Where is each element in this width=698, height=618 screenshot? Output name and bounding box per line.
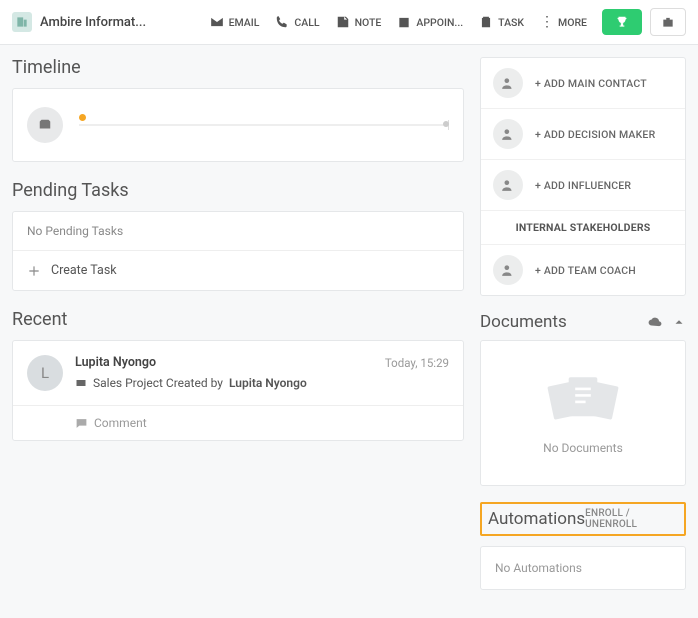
company-icon bbox=[12, 12, 32, 32]
timeline-card bbox=[12, 88, 464, 162]
email-button[interactable]: EMAIL bbox=[203, 11, 267, 33]
trophy-button[interactable] bbox=[602, 9, 642, 35]
automations-empty-text: No Automations bbox=[481, 547, 685, 589]
pending-card: No Pending Tasks Create Task bbox=[12, 211, 464, 291]
documents-actions bbox=[648, 315, 686, 329]
documents-header: Documents bbox=[480, 312, 686, 332]
pending-title: Pending Tasks bbox=[12, 180, 464, 201]
add-influencer[interactable]: + ADD INFLUENCER bbox=[481, 160, 685, 211]
briefcase-button[interactable] bbox=[650, 8, 686, 36]
email-icon bbox=[210, 15, 224, 29]
layout: Timeline Pending Tasks No Pending Tasks … bbox=[0, 45, 698, 618]
call-button[interactable]: CALL bbox=[268, 11, 326, 33]
person-plus-icon bbox=[493, 119, 523, 149]
task-label: TASK bbox=[498, 16, 524, 29]
more-button[interactable]: ⋮ MORE bbox=[533, 10, 594, 34]
comment-button[interactable]: Comment bbox=[13, 405, 463, 440]
topbar: Ambire Informat... EMAIL CALL NOTE APPOI… bbox=[0, 0, 698, 45]
note-icon bbox=[336, 15, 350, 29]
recent-time: Today, 15:29 bbox=[385, 356, 449, 370]
recent-item: L Lupita Nyongo Today, 15:29 Sales Proje… bbox=[13, 341, 463, 405]
more-dots-icon: ⋮ bbox=[540, 14, 553, 30]
automations-title: Automations bbox=[488, 509, 585, 529]
timeline-start-dot bbox=[79, 114, 86, 121]
clipboard-icon bbox=[479, 15, 493, 29]
person-plus-icon bbox=[493, 68, 523, 98]
more-label: MORE bbox=[558, 16, 587, 29]
timeline-title: Timeline bbox=[12, 57, 464, 78]
recent-event-line: Sales Project Created by Lupita Nyongo bbox=[75, 376, 449, 390]
call-label: CALL bbox=[294, 16, 319, 29]
internal-stakeholders-header: INTERNAL STAKEHOLDERS bbox=[481, 211, 685, 245]
task-button[interactable]: TASK bbox=[472, 11, 531, 33]
comment-icon bbox=[75, 417, 88, 430]
recent-actor[interactable]: Lupita Nyongo bbox=[75, 355, 156, 370]
timeline-end-dot bbox=[443, 121, 449, 127]
header-actions: EMAIL CALL NOTE APPOIN... TASK ⋮ MORE bbox=[166, 8, 686, 36]
add-team-coach-label: + ADD TEAM COACH bbox=[535, 264, 636, 277]
appointment-label: APPOIN... bbox=[416, 16, 463, 29]
company-block: Ambire Informat... bbox=[12, 12, 162, 32]
recent-event-prefix: Sales Project Created by bbox=[93, 376, 223, 390]
company-name: Ambire Informat... bbox=[40, 15, 146, 30]
automations-header-highlight: Automations ENROLL / UNENROLL bbox=[480, 502, 686, 536]
add-decision-maker-label: + ADD DECISION MAKER bbox=[535, 128, 655, 141]
add-team-coach[interactable]: + ADD TEAM COACH bbox=[481, 245, 685, 295]
add-decision-maker[interactable]: + ADD DECISION MAKER bbox=[481, 109, 685, 160]
documents-empty-icon bbox=[544, 371, 622, 429]
recent-body: Lupita Nyongo Today, 15:29 Sales Project… bbox=[75, 355, 449, 390]
trophy-icon bbox=[614, 15, 630, 29]
enroll-unenroll-link[interactable]: ENROLL / UNENROLL bbox=[585, 508, 678, 530]
phone-icon bbox=[275, 15, 289, 29]
card-icon bbox=[75, 377, 87, 389]
person-plus-icon bbox=[493, 170, 523, 200]
add-main-contact[interactable]: + ADD MAIN CONTACT bbox=[481, 58, 685, 109]
recent-title: Recent bbox=[12, 309, 464, 330]
wallet-icon bbox=[27, 107, 63, 143]
timeline-track[interactable] bbox=[79, 124, 449, 126]
documents-empty-text: No Documents bbox=[543, 441, 623, 455]
comment-label: Comment bbox=[94, 416, 147, 430]
note-button[interactable]: NOTE bbox=[329, 11, 389, 33]
automations-card: No Automations bbox=[480, 546, 686, 590]
person-plus-icon bbox=[493, 255, 523, 285]
recent-event-actor: Lupita Nyongo bbox=[229, 376, 307, 390]
documents-card: No Documents bbox=[480, 340, 686, 486]
add-influencer-label: + ADD INFLUENCER bbox=[535, 179, 631, 192]
avatar: L bbox=[27, 355, 63, 391]
briefcase-icon bbox=[661, 15, 675, 29]
calendar-icon bbox=[397, 15, 411, 29]
note-label: NOTE bbox=[355, 16, 382, 29]
main-column: Timeline Pending Tasks No Pending Tasks … bbox=[12, 57, 464, 459]
pending-empty-text: No Pending Tasks bbox=[13, 212, 463, 251]
recent-card: L Lupita Nyongo Today, 15:29 Sales Proje… bbox=[12, 340, 464, 441]
cloud-upload-icon[interactable] bbox=[648, 315, 662, 329]
documents-title: Documents bbox=[480, 312, 567, 332]
plus-icon bbox=[27, 264, 41, 278]
contacts-card: + ADD MAIN CONTACT + ADD DECISION MAKER … bbox=[480, 57, 686, 296]
email-label: EMAIL bbox=[229, 16, 260, 29]
appointment-button[interactable]: APPOIN... bbox=[390, 11, 470, 33]
side-column: + ADD MAIN CONTACT + ADD DECISION MAKER … bbox=[480, 57, 686, 606]
create-task-button[interactable]: Create Task bbox=[13, 251, 463, 290]
create-task-label: Create Task bbox=[51, 263, 117, 278]
chevron-up-icon[interactable] bbox=[672, 315, 686, 329]
add-main-contact-label: + ADD MAIN CONTACT bbox=[535, 77, 647, 90]
